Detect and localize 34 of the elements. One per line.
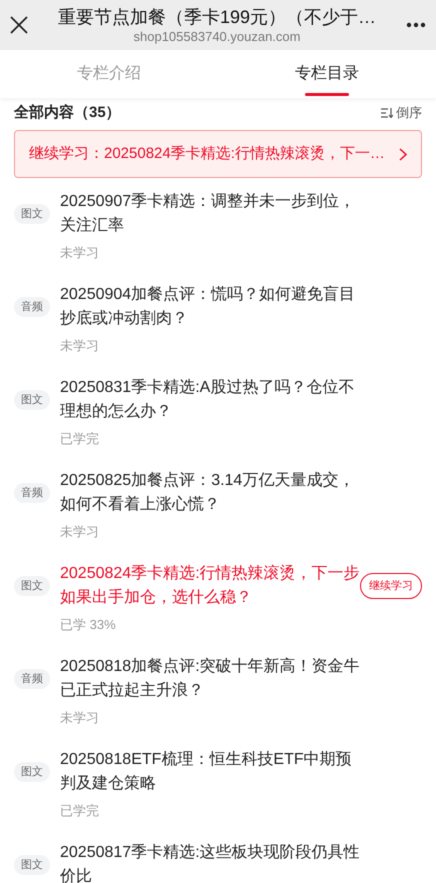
page-title: 重要节点加餐（季卡199元）（不少于… [58,6,376,29]
lesson-title[interactable]: 20250817季卡精选:这些板块现阶段仍具性价比 [60,841,360,883]
type-badge: 图文 [14,204,50,224]
more-icon[interactable] [406,22,426,28]
lesson-title[interactable]: 20250825加餐点评：3.14万亿天量成交，如何不看着上涨心慌？ [60,469,360,517]
type-badge: 音频 [14,669,50,689]
chevron-right-icon [399,148,407,160]
lesson-title[interactable]: 20250907季卡精选：调整并未一步到位，关注汇率 [60,190,360,238]
type-badge: 音频 [14,297,50,317]
sort-button[interactable]: 倒序 [381,103,422,123]
continue-banner[interactable]: 继续学习：20250824季卡精选:行情热辣滚烫，下一… [14,130,422,178]
close-icon[interactable] [10,16,28,34]
page-url: shop105583740.youzan.com [134,29,300,45]
tab[interactable]: 专栏目录 [218,50,436,98]
study-status: 未学习 [60,709,100,727]
continue-button[interactable]: 继续学习 [360,573,422,599]
lesson-title[interactable]: 20250831季卡精选:A股过热了吗？仓位不理想的怎么办？ [60,376,360,424]
type-badge: 图文 [14,390,50,410]
list-heading: 全部内容（35） [14,102,121,123]
type-badge: 音频 [14,483,50,503]
study-status: 未学习 [60,244,100,262]
study-status: 未学习 [60,337,100,355]
lesson-title[interactable]: 20250904加餐点评：慌吗？如何避免盲目抄底或冲动割肉？ [60,283,360,331]
study-status: 已学完 [60,430,100,448]
lesson-title[interactable]: 20250818ETF梳理：恒生科技ETF中期预判及建仓策略 [60,748,360,796]
type-badge: 图文 [14,762,50,782]
sort-icon [381,108,393,118]
lesson-title[interactable]: 20250818加餐点评:突破十年新高！资金牛已正式拉起主升浪？ [60,655,360,703]
type-badge: 图文 [14,576,50,596]
study-status: 已学完 [60,802,100,820]
study-status: 已学 33% [60,616,117,634]
type-badge: 图文 [14,855,50,875]
study-status: 未学习 [60,523,100,541]
lesson-title[interactable]: 20250824季卡精选:行情热辣滚烫，下一步如果出手加仓，选什么稳？ [60,562,360,610]
